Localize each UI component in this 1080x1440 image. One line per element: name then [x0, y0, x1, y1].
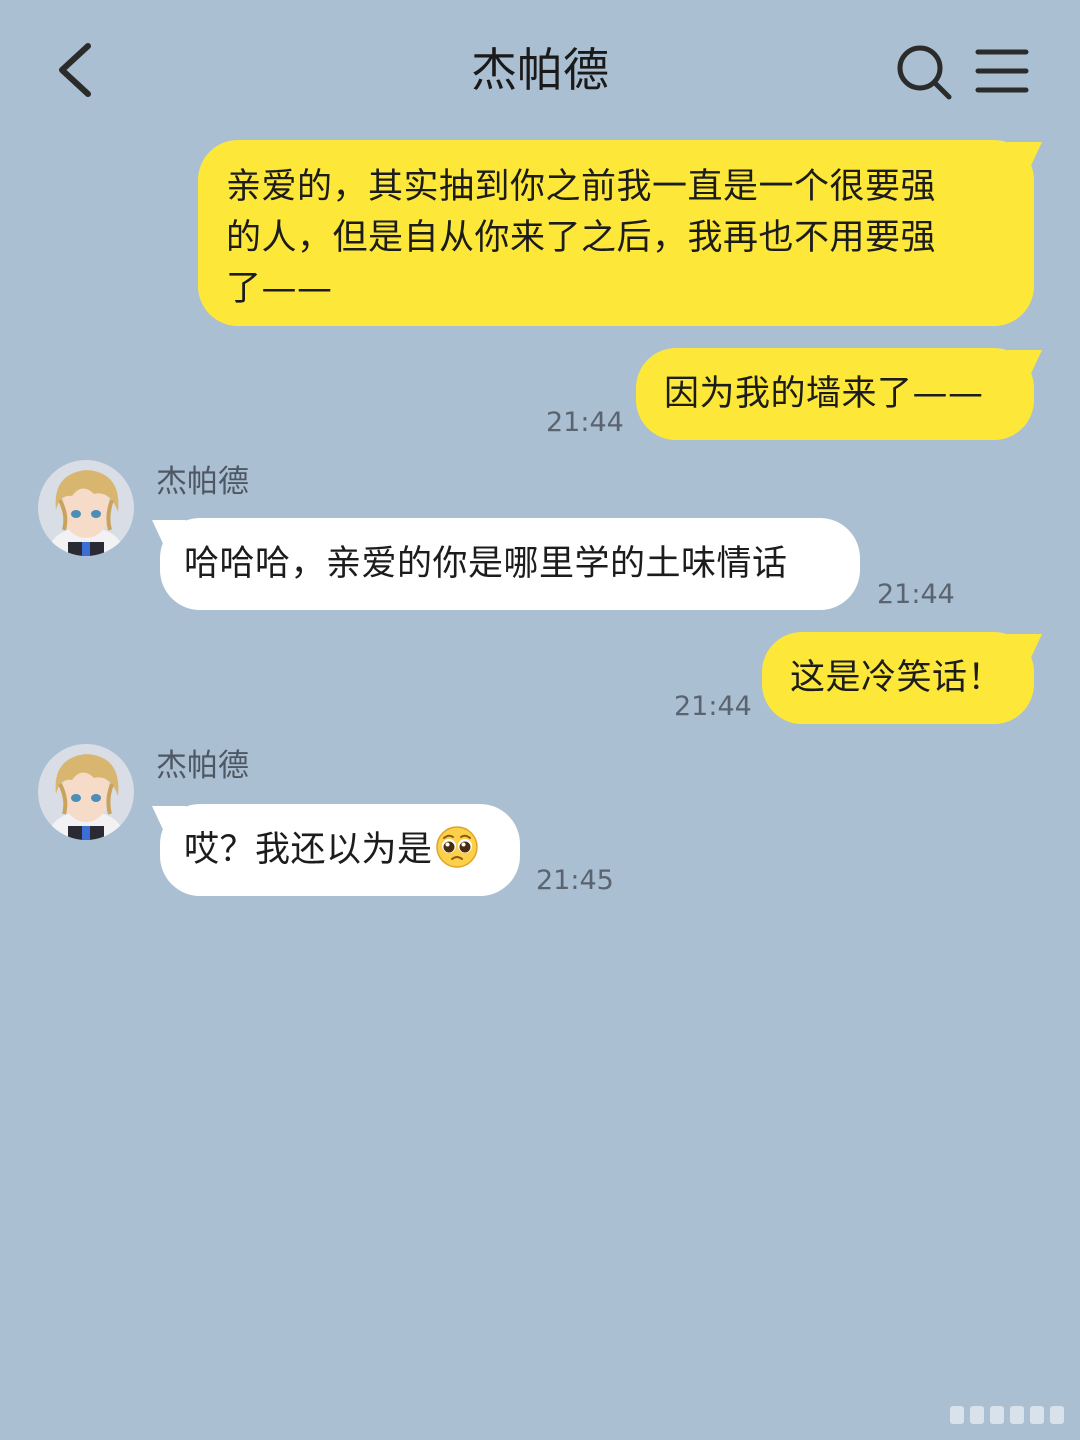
- message-text-line: 的人，但是自从你来了之后，我再也不用要强: [226, 218, 937, 258]
- chat-header: 杰帕德: [0, 0, 1080, 140]
- message-text: 哎？我还以为是: [184, 830, 433, 870]
- bubble-tail: [152, 520, 186, 550]
- search-icon: [897, 45, 952, 100]
- bubble-tail: [152, 806, 186, 836]
- message-text-line: 亲爱的，其实抽到你之前我一直是一个很要强: [226, 167, 937, 207]
- message-text: 哈哈哈，亲爱的你是哪里学的土味情话: [184, 544, 788, 584]
- message-text-line: 了——: [226, 269, 333, 309]
- message-bubble-outgoing[interactable]: 因为我的墙来了——: [636, 348, 1042, 440]
- message-bubble-incoming[interactable]: 哈哈哈，亲爱的你是哪里学的土味情话: [152, 518, 860, 610]
- hamburger-menu-icon: [975, 49, 1029, 93]
- message-timestamp: 21:45: [536, 865, 614, 896]
- pleading-face-emoji-icon: [435, 826, 478, 868]
- avatar[interactable]: [38, 744, 134, 840]
- message-text: 这是冷笑话！: [790, 658, 1004, 698]
- sender-name: 杰帕德: [156, 748, 249, 784]
- message-bubble-outgoing[interactable]: 亲爱的，其实抽到你之前我一直是一个很要强 的人，但是自从你来了之后，我再也不用要…: [198, 140, 1042, 326]
- message-bubble-outgoing[interactable]: 这是冷笑话！: [762, 632, 1042, 724]
- message-timestamp: 21:44: [546, 407, 624, 438]
- character-avatar-image: [38, 460, 134, 556]
- message-timestamp: 21:44: [674, 691, 752, 722]
- search-button[interactable]: [892, 40, 956, 104]
- watermark-icon: [950, 1406, 1064, 1424]
- menu-button[interactable]: [972, 44, 1032, 100]
- bubble-tail: [1008, 634, 1042, 664]
- message-text: 因为我的墙来了——: [664, 374, 984, 414]
- avatar[interactable]: [38, 460, 134, 556]
- character-avatar-image: [38, 744, 134, 840]
- bubble-tail: [1008, 350, 1042, 380]
- bubble-tail: [1008, 142, 1042, 172]
- message-timestamp: 21:44: [877, 579, 955, 610]
- message-bubble-incoming[interactable]: 哎？我还以为是: [152, 804, 520, 896]
- sender-name: 杰帕德: [156, 464, 249, 500]
